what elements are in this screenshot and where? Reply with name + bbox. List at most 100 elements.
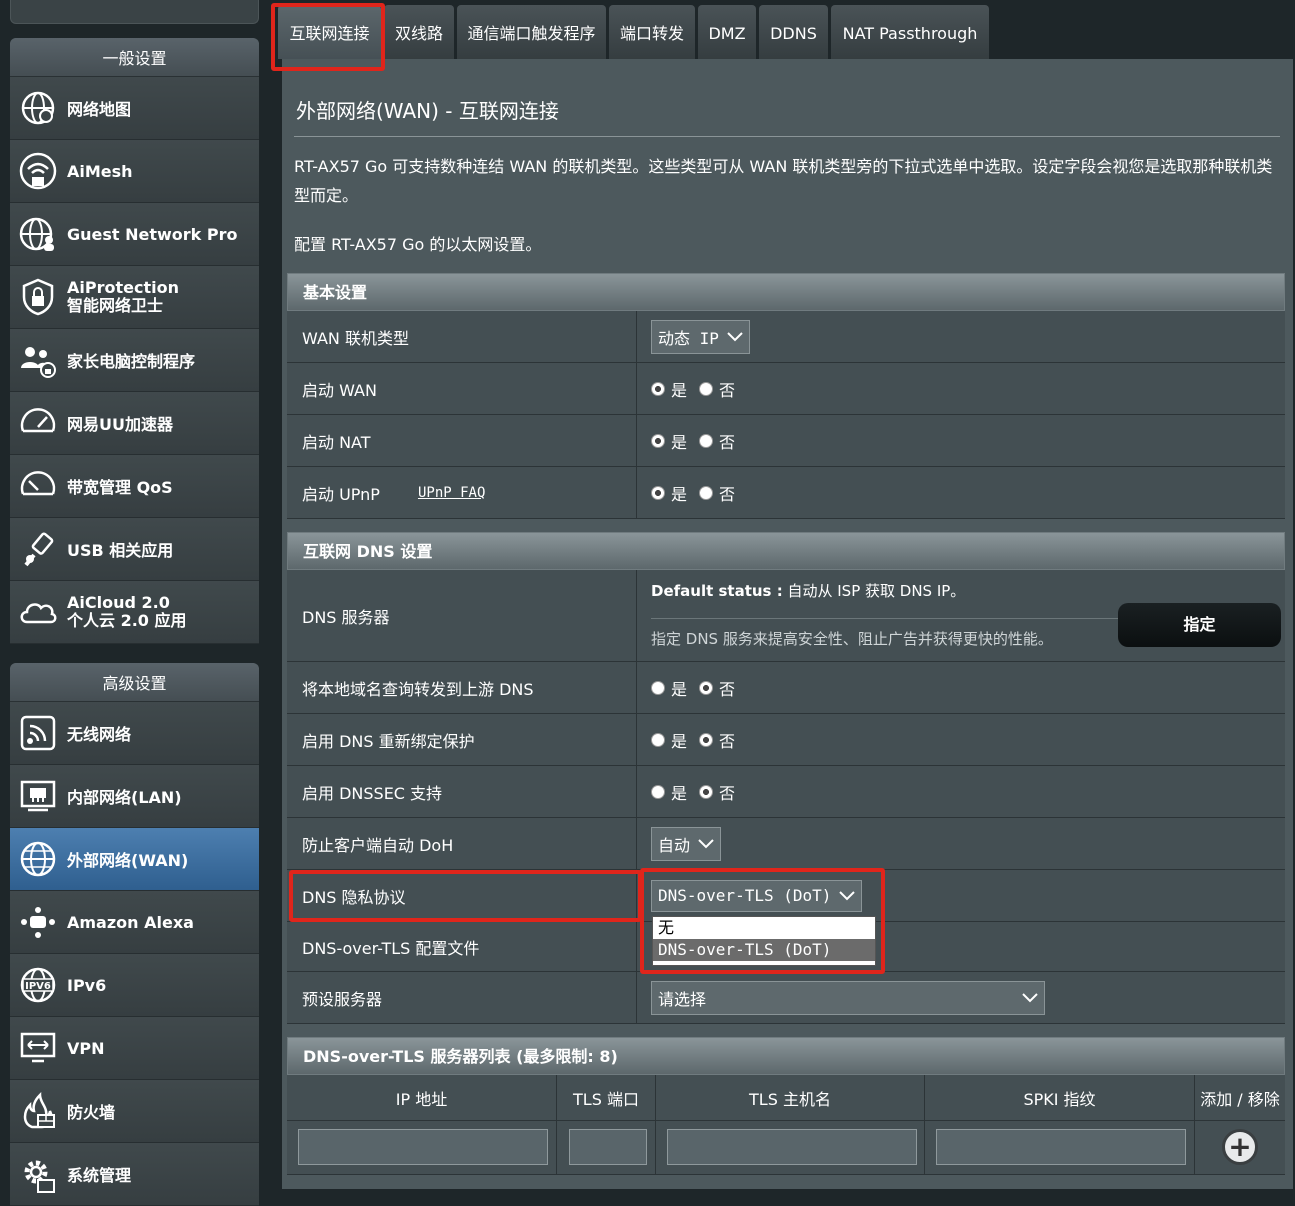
col-ip-address: IP 地址	[287, 1075, 557, 1120]
tab-port-trigger[interactable]: 通信端口触发程序	[457, 5, 606, 59]
enable-nat-yes-radio[interactable]: 是	[651, 429, 687, 453]
ipv6-icon: IPV6	[18, 965, 58, 1005]
radio-label: 是	[671, 380, 688, 400]
sidebar-item-administration[interactable]: 系统管理	[10, 1143, 259, 1206]
dot-table-input-row: +	[287, 1121, 1285, 1175]
enable-nat-no-radio[interactable]: 否	[699, 429, 735, 453]
sidebar-item-uu-accelerator[interactable]: 网易UU加速器	[10, 392, 259, 455]
sidebar-item-aimesh[interactable]: AiMesh	[10, 140, 259, 203]
dns-privacy-select[interactable]: DNS-over-TLS (DoT)	[651, 879, 863, 912]
chevron-down-icon	[1022, 992, 1038, 1002]
radio-dot	[699, 784, 714, 799]
sidebar-item-guest-network-pro[interactable]: Guest Network Pro	[10, 203, 259, 266]
dot-table-header-row: IP 地址 TLS 端口 TLS 主机名 SPKI 指纹 添加 / 移除	[287, 1075, 1285, 1121]
enable-nat-row: 启动 NAT 是 否	[287, 415, 1285, 467]
add-server-icon[interactable]: +	[1222, 1129, 1258, 1165]
tls-hostname-input[interactable]	[667, 1129, 917, 1165]
radio-label: 是	[671, 432, 688, 452]
advanced-settings-group: 高级设置 无线网络 内部网络(LAN) 外部网络(WAN) Amazon Ale…	[10, 663, 259, 1206]
spki-fingerprint-input[interactable]	[936, 1129, 1186, 1165]
tab-dmz[interactable]: DMZ	[698, 5, 756, 59]
sidebar-item-parental-control[interactable]: 家长电脑控制程序	[10, 329, 259, 392]
sidebar-item-aicloud[interactable]: AiCloud 2.0 个人云 2.0 应用	[10, 581, 259, 644]
dns-forward-yes-radio[interactable]: 是	[651, 676, 687, 700]
enable-wan-no-radio[interactable]: 否	[699, 377, 735, 401]
enable-wan-row: 启动 WAN 是 否	[287, 363, 1285, 415]
basic-settings-header: 基本设置	[287, 273, 1285, 311]
sidebar-item-network-map[interactable]: 网络地图	[10, 77, 259, 140]
assign-dns-button[interactable]: 指定	[1118, 603, 1281, 647]
tab-ddns[interactable]: DDNS	[759, 5, 828, 59]
radio-label: 是	[671, 484, 688, 504]
sidebar-item-wireless[interactable]: 无线网络	[10, 702, 259, 765]
sidebar-item-label: 网易UU加速器	[67, 415, 173, 434]
radio-dot	[699, 381, 714, 396]
preset-server-value: 请选择	[658, 989, 707, 1009]
doh-row: 防止客户端自动 DoH 自动	[287, 818, 1285, 870]
dnssec-yes-radio[interactable]: 是	[651, 780, 687, 804]
sidebar-item-label: 网络地图	[67, 100, 132, 119]
sidebar-item-label: 防火墙	[67, 1103, 116, 1122]
col-tls-hostname: TLS 主机名	[656, 1075, 925, 1120]
aimesh-icon	[18, 151, 58, 191]
radio-dot	[651, 680, 665, 695]
chevron-down-icon	[727, 331, 743, 341]
enable-wan-yes-radio[interactable]: 是	[651, 377, 687, 401]
sidebar-item-vpn[interactable]: VPN	[10, 1017, 259, 1080]
svg-text:IPV6: IPV6	[25, 981, 51, 992]
col-tls-port: TLS 端口	[557, 1075, 656, 1120]
vpn-icon	[18, 1028, 58, 1068]
tab-nat-passthrough[interactable]: NAT Passthrough	[831, 5, 989, 59]
enable-upnp-no-radio[interactable]: 否	[699, 481, 735, 505]
radio-label: 是	[671, 731, 688, 751]
sidebar-item-label: AiProtection 智能网络卫士	[67, 278, 179, 315]
dns-privacy-label: DNS 隐私协议	[287, 870, 637, 921]
radio-label: 否	[719, 432, 736, 452]
dns-rebind-yes-radio[interactable]: 是	[651, 728, 687, 752]
wan-type-label: WAN 联机类型	[287, 311, 637, 362]
preset-server-label: 预设服务器	[287, 972, 637, 1023]
tab-internet-connection[interactable]: 互联网连接	[278, 5, 381, 59]
tls-port-input[interactable]	[569, 1129, 647, 1165]
tab-port-forwarding[interactable]: 端口转发	[609, 5, 695, 59]
parental-control-icon	[18, 340, 58, 380]
sidebar-item-qos[interactable]: 带宽管理 QoS	[10, 455, 259, 518]
page-title: 外部网络(WAN) - 互联网连接	[296, 99, 559, 123]
sidebar-item-lan[interactable]: 内部网络(LAN)	[10, 765, 259, 828]
dnssec-row: 启用 DNSSEC 支持 是 否	[287, 766, 1285, 818]
sidebar-item-label: Amazon Alexa	[67, 912, 194, 932]
dns-privacy-option-none[interactable]: 无	[653, 917, 875, 939]
sidebar-item-usb[interactable]: USB 相关应用	[10, 518, 259, 581]
dnssec-no-radio[interactable]: 否	[699, 780, 735, 804]
sidebar-item-alexa[interactable]: Amazon Alexa	[10, 891, 259, 954]
tab-dual-wan[interactable]: 双线路	[384, 5, 454, 59]
sidebar-item-label: AiCloud 2.0 个人云 2.0 应用	[67, 593, 187, 630]
dns-rebind-no-radio[interactable]: 否	[699, 728, 735, 752]
sidebar-top-stub	[10, 0, 259, 24]
doh-select[interactable]: 自动	[651, 826, 722, 861]
radio-dot	[651, 732, 665, 747]
radio-label: 否	[719, 484, 736, 504]
general-settings-header: 一般设置	[10, 38, 259, 77]
dns-forward-no-radio[interactable]: 否	[699, 676, 735, 700]
sidebar-item-aiprotection[interactable]: AiProtection 智能网络卫士	[10, 266, 259, 329]
speedometer-icon	[18, 403, 58, 443]
dns-rebind-row: 启用 DNS 重新绑定保护 是 否	[287, 714, 1285, 766]
ip-address-input[interactable]	[298, 1129, 548, 1165]
radio-dot	[651, 784, 665, 799]
enable-upnp-yes-radio[interactable]: 是	[651, 481, 687, 505]
upnp-faq-link[interactable]: UPnP FAQ	[418, 485, 485, 501]
preset-server-select[interactable]: 请选择	[651, 980, 1045, 1015]
preset-server-row: 预设服务器 请选择	[287, 972, 1285, 1024]
dns-status-label: Default status :	[651, 582, 783, 600]
col-add-remove: 添加 / 移除	[1200, 1089, 1280, 1109]
enable-upnp-label-cell: 启动 UPnP UPnP FAQ	[287, 467, 637, 518]
sidebar-item-wan[interactable]: 外部网络(WAN)	[10, 828, 259, 891]
sidebar-item-ipv6[interactable]: IPV6 IPv6	[10, 954, 259, 1017]
wan-type-select[interactable]: 动态 IP	[651, 319, 750, 354]
sidebar-item-label: IPv6	[67, 975, 107, 995]
doh-value: 自动	[658, 835, 691, 855]
sidebar-item-firewall[interactable]: 防火墙	[10, 1080, 259, 1143]
dns-privacy-option-dot[interactable]: DNS-over-TLS (DoT)	[653, 939, 875, 961]
radio-dot	[699, 433, 714, 448]
